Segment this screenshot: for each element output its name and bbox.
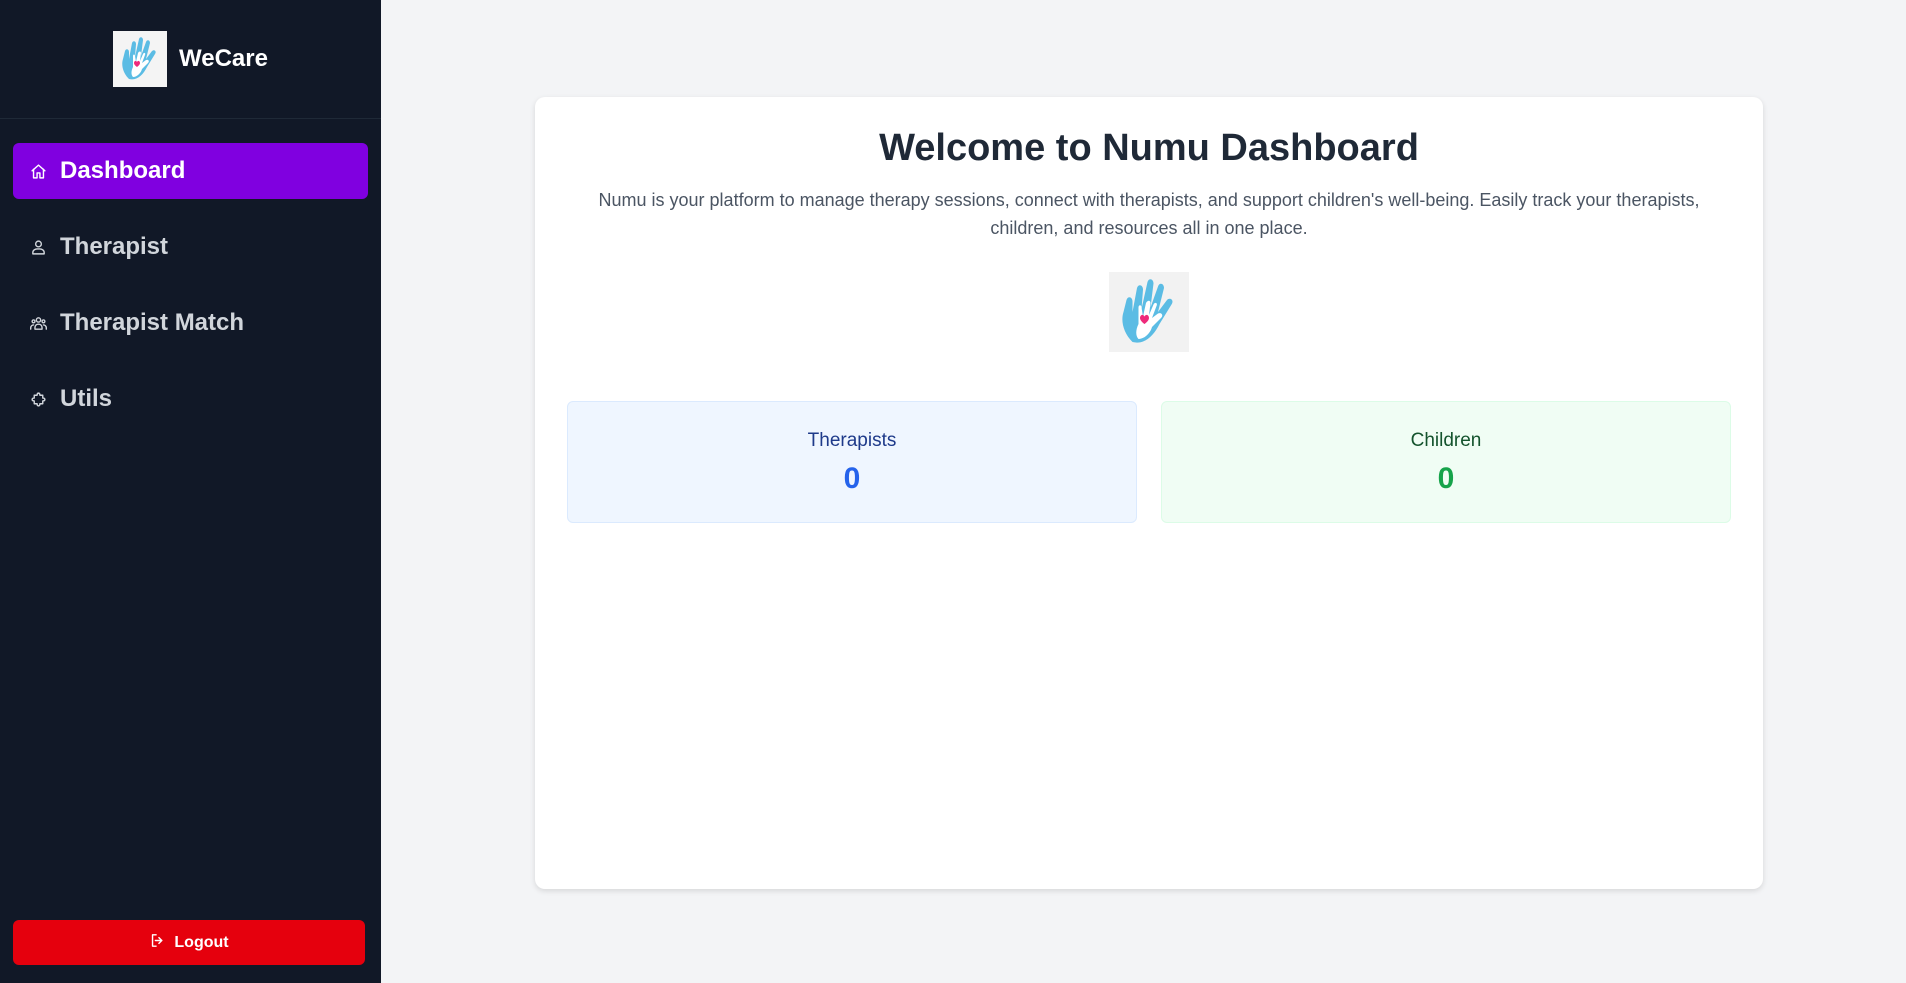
sidebar-item-utils[interactable]: Utils — [13, 371, 368, 427]
sidebar-item-label: Dashboard — [60, 157, 186, 184]
sidebar-item-dashboard[interactable]: Dashboard — [13, 143, 368, 199]
stat-value: 0 — [1437, 462, 1455, 495]
sidebar: WeCare Dashboard Therapist Therapist Mat… — [0, 0, 381, 983]
page-description: Numu is your platform to manage therapy … — [598, 190, 1700, 238]
stat-value: 0 — [843, 462, 861, 495]
sidebar-item-label: Utils — [60, 385, 113, 412]
page-title: Welcome to Numu Dashboard — [879, 127, 1419, 169]
stat-label: Therapists — [807, 430, 897, 451]
sidebar-nav: Dashboard Therapist Therapist Match Util… — [0, 119, 381, 427]
children-stat-card: Children 0 — [1161, 401, 1731, 523]
sidebar-item-therapist[interactable]: Therapist — [13, 219, 368, 275]
home-icon — [29, 162, 47, 180]
logout-label: Logout — [174, 933, 229, 951]
helping-hand-heart-icon — [1109, 272, 1189, 352]
users-icon — [29, 238, 47, 256]
logout-icon — [149, 932, 166, 954]
helping-hand-heart-icon — [113, 31, 168, 87]
brand[interactable]: WeCare — [0, 0, 381, 119]
sidebar-item-label: Therapist Match — [60, 309, 245, 336]
brand-name: WeCare — [179, 45, 268, 72]
sidebar-item-therapist-match[interactable]: Therapist Match — [13, 295, 368, 351]
sidebar-item-label: Therapist — [60, 233, 169, 260]
logout-button[interactable]: Logout — [13, 920, 365, 965]
user-group-icon — [29, 314, 47, 332]
therapists-stat-card: Therapists 0 — [567, 401, 1137, 523]
puzzle-icon — [29, 390, 47, 408]
stat-label: Children — [1410, 430, 1482, 451]
dashboard-card: Welcome to Numu Dashboard Numu is your p… — [535, 97, 1763, 889]
